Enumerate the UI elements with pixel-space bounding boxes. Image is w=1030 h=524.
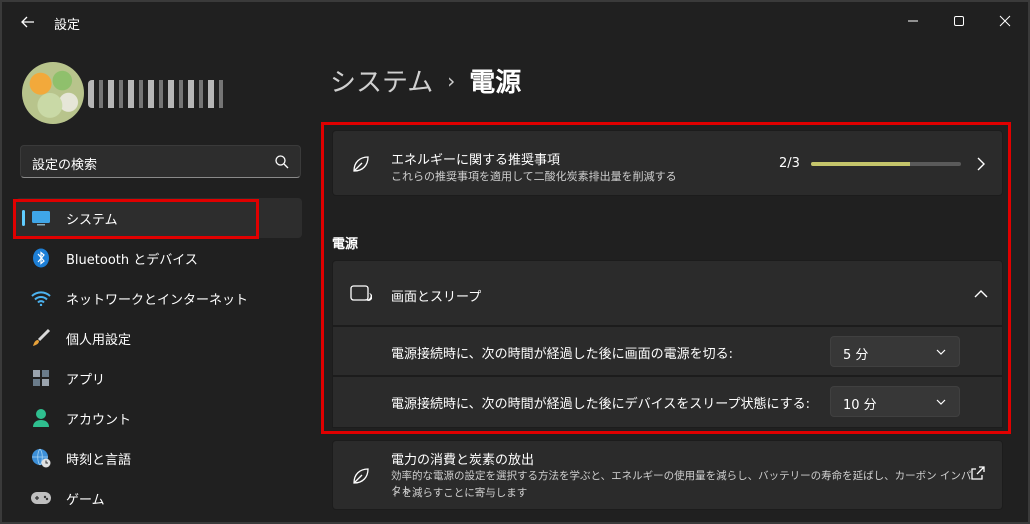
apps-icon	[30, 367, 52, 389]
minimize-icon	[908, 20, 918, 22]
close-button[interactable]	[982, 6, 1028, 36]
back-arrow-icon	[21, 16, 34, 28]
bluetooth-icon	[30, 247, 52, 269]
back-button[interactable]	[16, 12, 40, 32]
sidebar-item-accounts[interactable]: アカウント	[16, 398, 302, 438]
sidebar-item-label: アプリ	[66, 372, 106, 388]
sidebar-item-label: ゲーム	[66, 492, 105, 508]
sidebar-item-label: 時刻と言語	[66, 452, 132, 468]
paintbrush-icon	[30, 327, 52, 349]
search-placeholder: 設定の検索	[32, 158, 98, 173]
sidebar-item-bluetooth[interactable]: Bluetooth とデバイス	[16, 238, 302, 278]
card-title: 電力の消費と炭素の放出	[391, 453, 535, 468]
sidebar-item-label: 個人用設定	[66, 332, 132, 348]
maximize-icon	[954, 16, 964, 26]
settings-window: 設定 設定の検索 システム Bluetooth とデバイス ネットワークとインタ…	[0, 0, 1030, 524]
close-icon	[999, 15, 1011, 27]
external-link-icon[interactable]	[970, 465, 986, 481]
power-emissions-card[interactable]: 電力の消費と炭素の放出 効率的な電源の設定を選択する方法を学ぶと、エネルギーの使…	[332, 440, 1003, 510]
sidebar-item-personalization[interactable]: 個人用設定	[16, 318, 302, 358]
app-title: 設定	[54, 18, 81, 33]
title-bar: 設定	[2, 2, 1028, 42]
sidebar-item-network[interactable]: ネットワークとインターネット	[16, 278, 302, 318]
highlight-box-system	[13, 199, 259, 239]
sidebar-item-time-language[interactable]: 時刻と言語	[16, 438, 302, 478]
card-subtitle-line2: トを減らすことに寄与します	[391, 487, 528, 499]
minimize-button[interactable]	[890, 6, 936, 36]
user-profile[interactable]	[22, 56, 242, 128]
sidebar-item-label: ネットワークとインターネット	[66, 292, 249, 308]
globe-clock-icon	[30, 447, 52, 469]
search-icon	[275, 155, 289, 169]
breadcrumb: システム › 電源	[330, 62, 521, 99]
person-icon	[30, 407, 52, 429]
avatar	[22, 62, 84, 124]
sidebar-nav: システム Bluetooth とデバイス ネットワークとインターネット 個人用設…	[16, 198, 302, 518]
leaf-icon	[349, 464, 373, 488]
user-name-obscured	[88, 80, 228, 108]
breadcrumb-separator: ›	[447, 68, 456, 93]
maximize-button[interactable]	[936, 6, 982, 36]
wifi-icon	[30, 287, 52, 309]
sidebar-item-apps[interactable]: アプリ	[16, 358, 302, 398]
highlight-box-power	[321, 122, 1011, 434]
gamepad-icon	[30, 487, 52, 509]
sidebar-item-label: Bluetooth とデバイス	[66, 252, 198, 268]
page-title: 電源	[469, 68, 522, 98]
sidebar-item-gaming[interactable]: ゲーム	[16, 478, 302, 518]
breadcrumb-parent[interactable]: システム	[330, 62, 433, 99]
search-input[interactable]: 設定の検索	[20, 145, 301, 178]
sidebar-item-label: アカウント	[66, 412, 132, 428]
